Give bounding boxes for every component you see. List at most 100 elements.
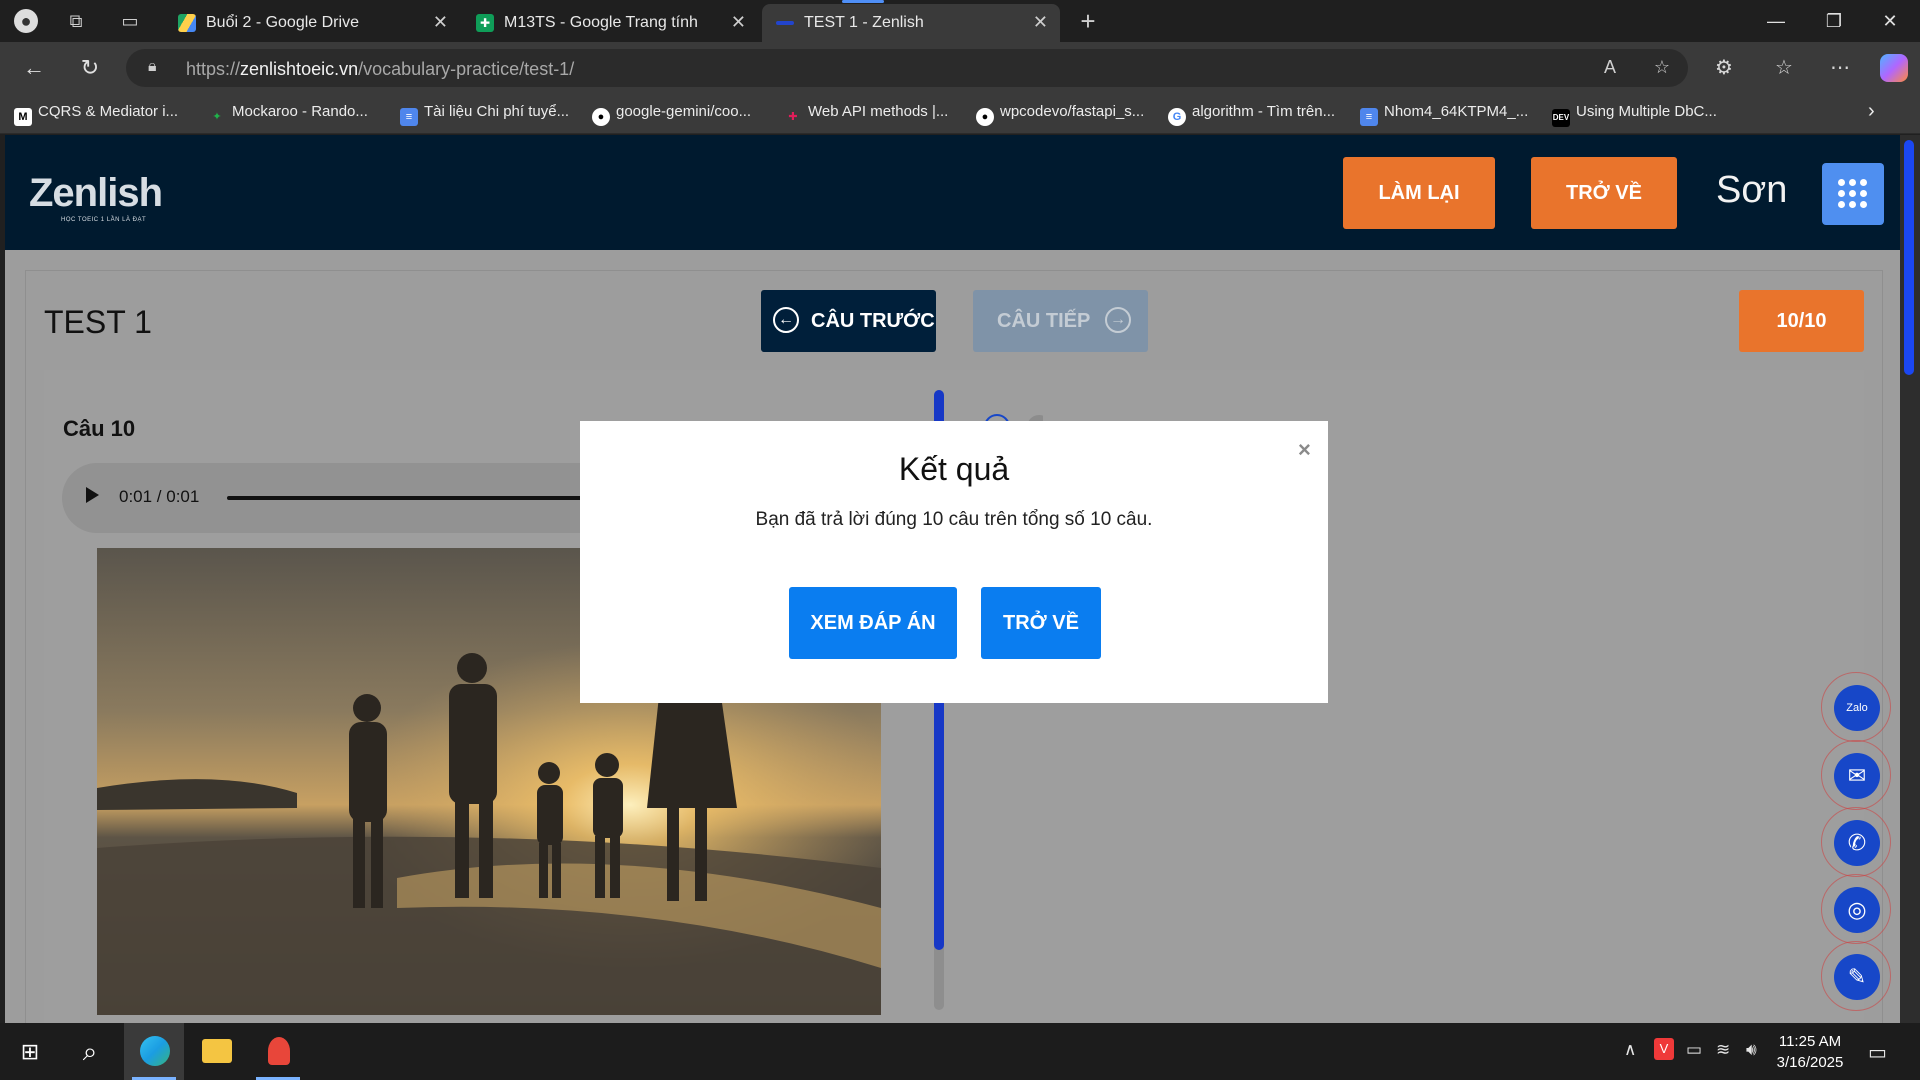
notes-icon: ✎ [1834,954,1880,1000]
favorite-star-icon[interactable]: ☆ [1650,57,1674,81]
bookmark-item[interactable]: ✚ Web API methods |... [784,103,948,125]
browser-tab-bar: ● ⧉ ▭ Buổi 2 - Google Drive ✕ ✚ M13TS - … [0,0,1920,42]
close-icon[interactable]: × [1298,437,1311,463]
close-tab-icon[interactable]: ✕ [1033,12,1048,33]
page-title: TEST 1 [44,304,152,340]
bookmark-item[interactable]: ● wpcodevo/fastapi_s... [976,103,1145,126]
user-name[interactable]: Sơn [1716,169,1787,212]
phone-button[interactable]: ✆ [1821,807,1891,877]
back-button[interactable]: TRỞ VỀ [1531,157,1677,229]
page-scrollbar-thumb[interactable] [1904,140,1914,375]
tab-google-sheets[interactable]: ✚ M13TS - Google Trang tính ✕ [462,4,758,42]
next-question-button[interactable]: CÂU TIẾP → [973,290,1148,352]
score-badge: 10/10 [1739,290,1864,352]
minimize-icon[interactable]: — [1756,8,1796,34]
messenger-icon: ✉ [1834,753,1880,799]
site-header: Zenlish HỌC TOEIC 1 LẦN LÀ ĐẠT LÀM LẠI T… [5,135,1900,250]
close-tab-icon[interactable]: ✕ [433,12,448,33]
audio-time: 0:01 / 0:01 [119,487,200,506]
bookmark-item[interactable]: ≡ Nhom4_64KTPM4_... [1360,103,1529,126]
google-sheets-icon: ✚ [476,14,494,32]
apps-grid-button[interactable] [1822,163,1884,225]
messenger-button[interactable]: ✉ [1821,740,1891,810]
volume-icon[interactable]: 🔊︎ [1746,1040,1757,1060]
modal-back-button[interactable]: TRỞ VỀ [981,587,1101,659]
back-arrow-icon[interactable]: ← [20,54,48,82]
google-docs-icon: ≡ [400,108,418,126]
bookmark-item[interactable]: ✦ Mockaroo - Rando... [208,103,368,125]
close-window-icon[interactable]: ✕ [1870,8,1910,34]
instagram-button[interactable]: ◎ [1821,874,1891,944]
favorites-icon[interactable]: ☆ [1770,54,1798,82]
medium-icon: M [14,108,32,126]
audio-player[interactable]: 0:01 / 0:01 [62,463,602,533]
bookmark-item[interactable]: DEV Using Multiple DbC... [1552,103,1717,127]
notes-button[interactable]: ✎ [1821,941,1891,1011]
instagram-icon: ◎ [1834,887,1880,933]
file-explorer-icon[interactable] [186,1023,246,1080]
profile-avatar-icon[interactable]: ● [14,9,38,33]
url-path: /vocabulary-practice/test-1/ [358,59,575,79]
bookmark-label: CQRS & Mediator i... [38,103,179,120]
audio-progress-bar[interactable] [227,496,602,500]
read-aloud-icon[interactable]: A [1598,57,1622,81]
site-logo[interactable]: Zenlish [29,171,163,216]
github-icon: ● [976,108,994,126]
url-field[interactable]: 🔒︎ https://zenlishtoeic.vn/vocabulary-pr… [126,49,1688,87]
retry-button[interactable]: LÀM LẠI [1343,157,1495,229]
new-tab-icon[interactable]: + [1076,8,1100,34]
arrow-left-icon: ← [773,307,799,333]
address-bar-row: ← ↻ 🔒︎ https://zenlishtoeic.vn/vocabular… [0,42,1920,94]
zalo-button[interactable]: Zalo [1821,672,1891,742]
bookmark-item[interactable]: ● google-gemini/coo... [592,103,752,126]
previous-question-button[interactable]: ← CÂU TRƯỚC [761,290,936,352]
url-scheme: https:// [186,59,241,79]
bookmark-item[interactable]: Galgorithm - Tìm trên... [1168,103,1335,126]
search-icon[interactable]: ⌕ [60,1023,120,1080]
wifi-icon[interactable]: ≋ [1716,1040,1730,1060]
bookmark-item[interactable]: ≡ Tài liệu Chi phí tuyể... [400,103,569,126]
bookmark-item[interactable]: M CQRS & Mediator i... [14,103,179,126]
chevron-up-icon[interactable]: ∧ [1624,1040,1636,1060]
tab-google-drive[interactable]: Buổi 2 - Google Drive ✕ [164,4,460,42]
reload-icon[interactable]: ↻ [76,54,104,82]
mockaroo-icon: ✦ [212,111,222,123]
bookmark-label: google-gemini/coo... [616,103,752,120]
snipping-tool-icon[interactable] [248,1023,308,1080]
play-icon[interactable] [86,487,99,503]
modal-title: Kết quả [898,451,1010,487]
url-host: zenlishtoeic.vn [240,59,359,79]
bookmark-label: wpcodevo/fastapi_s... [1000,103,1145,120]
logo-tagline: HỌC TOEIC 1 LẦN LÀ ĐẠT [61,217,147,223]
close-tab-icon[interactable]: ✕ [731,12,746,33]
phone-icon: ✆ [1834,820,1880,866]
bookmark-label: Mockaroo - Rando... [232,103,368,120]
edge-browser-icon[interactable] [124,1023,184,1080]
vertical-tabs-icon[interactable]: ▭ [118,9,142,33]
extensions-icon[interactable]: ⚙ [1710,54,1738,82]
battery-icon[interactable]: ▭ [1686,1040,1702,1060]
dev-icon: DEV [1552,109,1570,127]
clock-date: 3/16/2025 [1776,1054,1844,1071]
more-menu-icon[interactable]: ⋯ [1826,54,1854,82]
bookmarks-bar: M CQRS & Mediator i... ✦ Mockaroo - Rando.… [0,94,1920,134]
google-icon: G [1168,108,1186,126]
windows-start-icon[interactable]: ⊞ [0,1023,60,1080]
lock-icon[interactable]: 🔒︎ [148,58,168,78]
restore-icon[interactable]: ❐ [1814,8,1854,34]
system-clock[interactable]: 11:25 AM 3/16/2025 [1770,1031,1850,1073]
bookmark-label: Web API methods |... [808,103,949,120]
view-answers-button[interactable]: XEM ĐÁP ÁN [789,587,957,659]
bookmark-label: Nhom4_64KTPM4_... [1384,103,1529,120]
slack-icon: ✚ [788,111,798,123]
chevron-right-icon[interactable]: › [1868,100,1875,122]
vivaldi-tray-icon[interactable]: V [1654,1038,1674,1060]
google-drive-icon [178,14,196,32]
github-icon: ● [592,108,610,126]
url-text[interactable]: https://zenlishtoeic.vn/vocabulary-pract… [186,59,574,80]
workspaces-icon[interactable]: ⧉ [64,9,88,33]
modal-message: Bạn đã trả lời đúng 10 câu trên tổng số … [755,509,1153,530]
notifications-icon[interactable]: ▭ [1868,1040,1887,1065]
tab-zenlish[interactable]: TEST 1 - Zenlish ✕ [762,0,1060,42]
copilot-icon[interactable] [1880,54,1908,82]
